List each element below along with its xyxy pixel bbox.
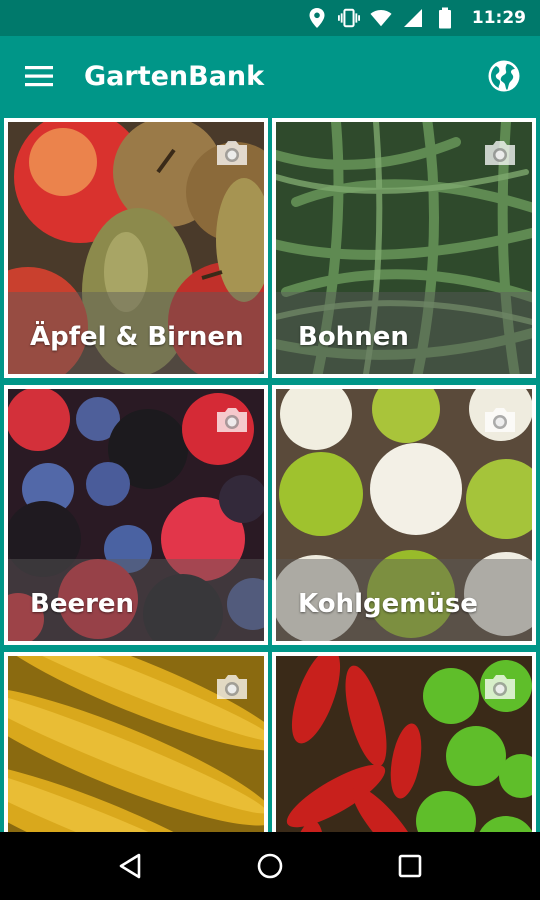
tile-label: Äpfel & Birnen — [30, 322, 244, 352]
signal-icon — [402, 7, 424, 29]
system-nav-bar — [0, 832, 540, 900]
wifi-icon — [370, 7, 392, 29]
home-icon — [257, 853, 283, 879]
recents-button[interactable] — [380, 836, 440, 896]
tile-label: Kohlgemüse — [298, 589, 478, 619]
menu-icon — [25, 66, 53, 87]
tile-label: Beeren — [30, 589, 135, 619]
camera-icon[interactable] — [482, 138, 518, 168]
location-icon — [306, 7, 328, 29]
tile-beans[interactable]: Bohnen — [272, 118, 536, 378]
battery-icon — [434, 7, 456, 29]
tile-berries[interactable]: Beeren — [4, 385, 268, 645]
camera-icon[interactable] — [482, 672, 518, 702]
back-button[interactable] — [100, 836, 160, 896]
tile-corn[interactable] — [4, 652, 268, 832]
camera-icon[interactable] — [214, 405, 250, 435]
vibrate-icon — [337, 7, 360, 29]
menu-button[interactable] — [0, 36, 78, 116]
app-title: GartenBank — [84, 60, 265, 92]
category-grid: Äpfel & Birnen Bohnen Beeren Kohlgemüse — [0, 116, 540, 832]
tile-cabbage[interactable]: Kohlgemüse — [272, 385, 536, 645]
app-bar: GartenBank — [0, 36, 540, 116]
status-bar: 11:29 — [0, 0, 540, 36]
camera-icon[interactable] — [214, 672, 250, 702]
recents-icon — [398, 854, 422, 878]
status-time: 11:29 — [471, 8, 526, 28]
home-button[interactable] — [240, 836, 300, 896]
globe-icon — [488, 60, 520, 92]
camera-icon[interactable] — [482, 405, 518, 435]
back-icon — [119, 853, 141, 879]
language-button[interactable] — [468, 36, 540, 116]
camera-icon[interactable] — [214, 138, 250, 168]
tile-peppers[interactable] — [272, 652, 536, 832]
tile-apples-pears[interactable]: Äpfel & Birnen — [4, 118, 268, 378]
tile-label: Bohnen — [298, 322, 409, 352]
